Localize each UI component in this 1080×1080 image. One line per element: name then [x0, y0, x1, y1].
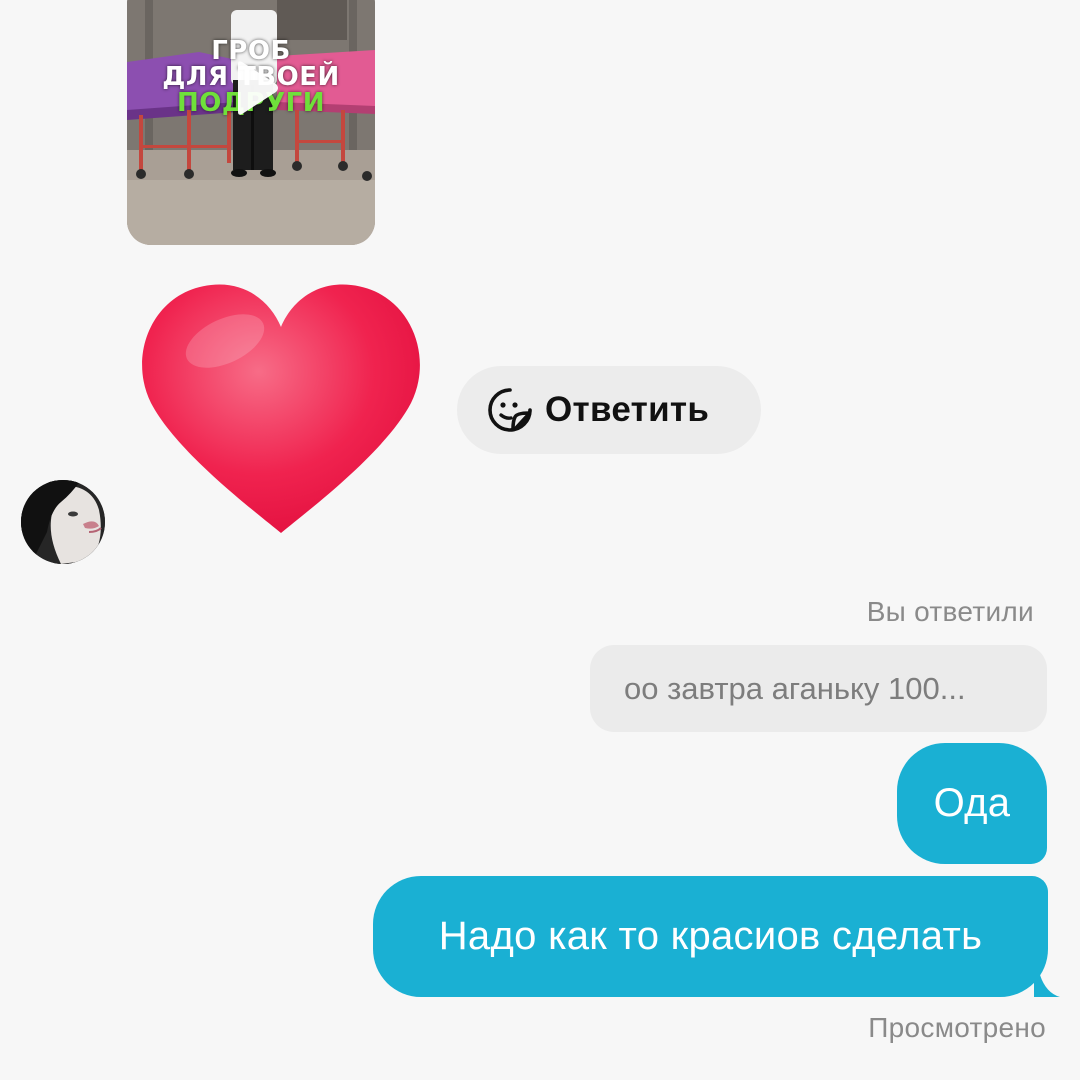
- avatar-image: [21, 480, 105, 564]
- shared-video-thumbnail[interactable]: ГРОБ ДЛЯ ТВОЕЙ ПОДРУГИ: [127, 0, 375, 245]
- chat-screen: ГРОБ ДЛЯ ТВОЕЙ ПОДРУГИ Ответить: [0, 0, 1080, 1080]
- outgoing-message[interactable]: Ода: [897, 743, 1047, 864]
- outgoing-message[interactable]: Надо как то красиов сделать: [373, 876, 1048, 997]
- quoted-message-text: оо завтра аганьку 100...: [624, 670, 966, 706]
- sticker-smile-icon: [488, 388, 532, 432]
- outgoing-message-text: Надо как то красиов сделать: [438, 914, 983, 958]
- reply-button[interactable]: Ответить: [457, 366, 761, 454]
- outgoing-message-text: Ода: [933, 781, 1011, 825]
- bubble-tail: [1034, 975, 1060, 997]
- seen-status: Просмотрено: [868, 1012, 1046, 1043]
- reply-button-label: Ответить: [545, 390, 710, 429]
- quoted-message[interactable]: оо завтра аганьку 100...: [590, 645, 1047, 732]
- contact-avatar[interactable]: [21, 480, 105, 564]
- heart-icon: [142, 284, 420, 533]
- replied-label: Вы ответили: [866, 596, 1034, 627]
- play-icon[interactable]: [222, 58, 282, 118]
